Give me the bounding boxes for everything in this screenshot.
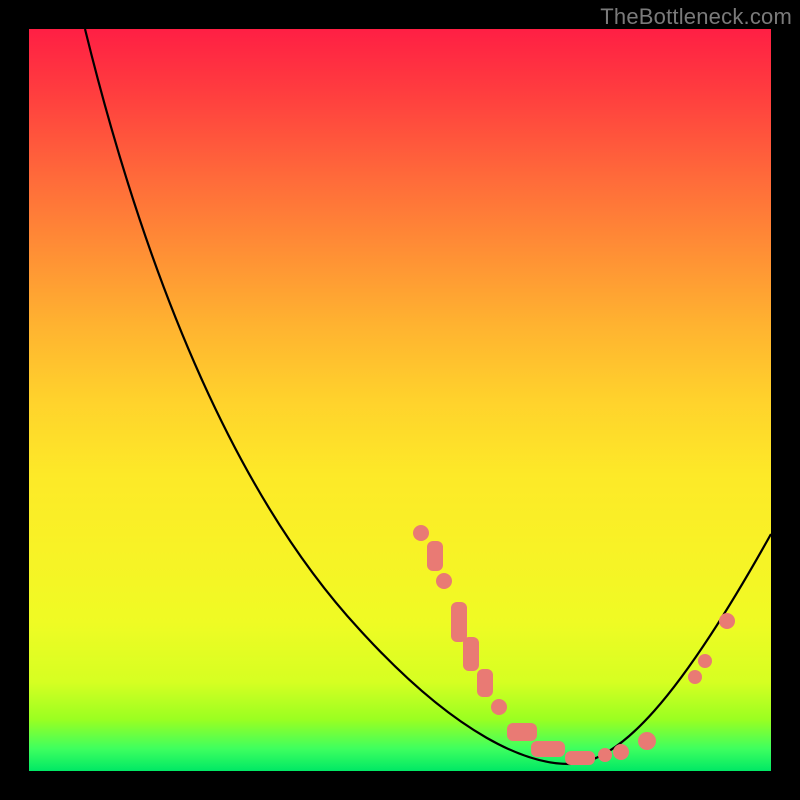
- marker-layer: [413, 525, 735, 765]
- curve-marker-0: [413, 525, 429, 541]
- curve-marker-10: [598, 748, 612, 762]
- curve-marker-3: [451, 602, 467, 642]
- bottleneck-curve-path: [85, 29, 771, 764]
- curve-marker-5: [477, 669, 493, 697]
- bottleneck-chart-svg: [29, 29, 771, 771]
- curve-marker-4: [463, 637, 479, 671]
- curve-marker-15: [719, 613, 735, 629]
- curve-marker-6: [491, 699, 507, 715]
- watermark-text: TheBottleneck.com: [600, 4, 792, 30]
- curve-marker-14: [698, 654, 712, 668]
- curve-marker-2: [436, 573, 452, 589]
- curve-marker-11: [613, 744, 629, 760]
- curve-marker-12: [638, 732, 656, 750]
- chart-area: [29, 29, 771, 771]
- curve-marker-13: [688, 670, 702, 684]
- curve-marker-7: [507, 723, 537, 741]
- curve-marker-1: [427, 541, 443, 571]
- curve-marker-8: [531, 741, 565, 757]
- curve-marker-9: [565, 751, 595, 765]
